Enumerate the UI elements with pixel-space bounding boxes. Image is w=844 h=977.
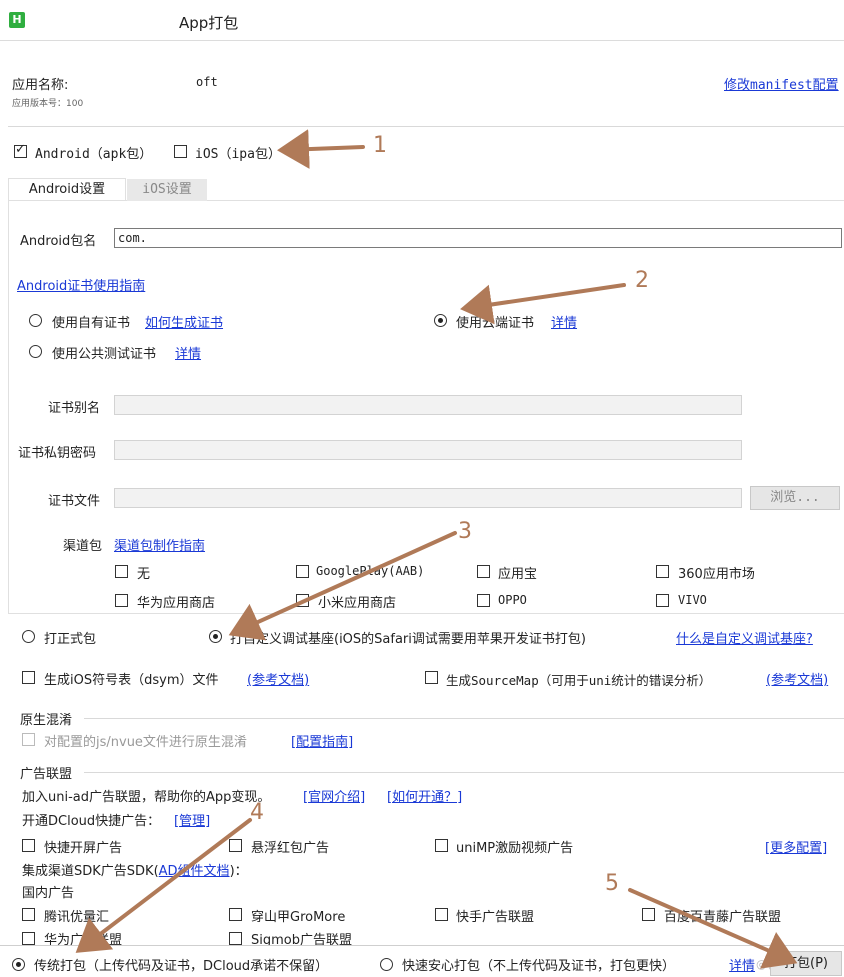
arrow-1 xyxy=(277,129,365,170)
arrow-2 xyxy=(460,283,626,325)
annotation-label: 4 xyxy=(250,800,264,825)
annotation-label: 3 xyxy=(458,519,472,544)
annotation-label: 2 xyxy=(635,268,649,293)
annotation-label: 5 xyxy=(605,871,619,896)
arrow-5 xyxy=(628,888,798,969)
annotation-label: 1 xyxy=(373,133,387,158)
annotation-arrows xyxy=(75,129,798,969)
arrow-4 xyxy=(75,818,252,953)
arrow-3 xyxy=(228,531,457,641)
